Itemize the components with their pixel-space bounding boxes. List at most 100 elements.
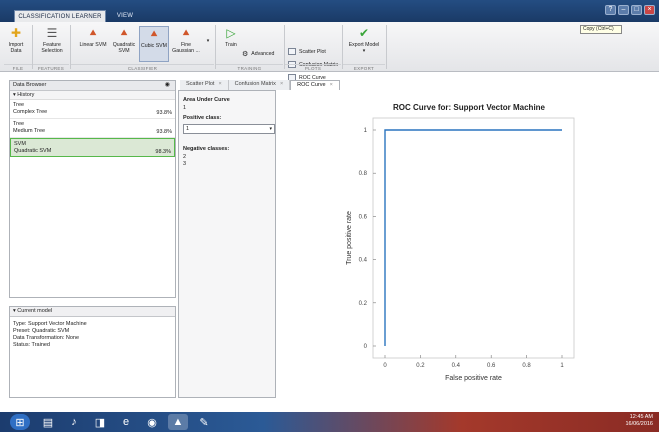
plot-tabs: Scatter Plot × Confusion Matrix × ROC Curv… bbox=[180, 80, 650, 90]
current-model-preset: Preset: Quadratic SVM bbox=[13, 328, 70, 334]
positive-class-select[interactable]: 1 ▾ bbox=[183, 124, 275, 134]
office-icon[interactable]: ◨ bbox=[90, 414, 110, 430]
linear-svm-button[interactable]: ⯅ Linear SVM bbox=[76, 26, 110, 48]
tab-label: ROC Curve bbox=[297, 82, 326, 88]
x-axis-label: False positive rate bbox=[445, 375, 502, 382]
model-accuracy: 93.8% bbox=[156, 110, 172, 116]
paint-icon[interactable]: ✎ bbox=[194, 414, 214, 430]
fine-gaussian-button[interactable]: ⯅ Fine Gaussian ... bbox=[170, 26, 202, 54]
svm-icon: ⯅ bbox=[181, 26, 191, 40]
feature-list-icon: ☰ bbox=[46, 26, 58, 40]
history-model-row[interactable]: Tree Complex Tree 93.8% bbox=[10, 100, 175, 119]
history-model-row[interactable]: Tree Medium Tree 93.8% bbox=[10, 119, 175, 138]
classifier-gallery-expand[interactable]: ▾ bbox=[204, 38, 212, 44]
collapse-triangle-icon: ▾ bbox=[13, 92, 16, 98]
matlab-icon[interactable]: ▲ bbox=[168, 414, 188, 430]
current-model-header[interactable]: ▾ Current model bbox=[10, 307, 175, 317]
chart-title: ROC Curve for: Support Vector Machine bbox=[393, 103, 546, 112]
x-tick-label: 0.8 bbox=[522, 363, 531, 369]
import-data-button[interactable]: ✚ Import Data bbox=[4, 26, 28, 54]
tab-confusion-matrix[interactable]: Confusion Matrix × bbox=[228, 80, 291, 90]
model-name: Complex Tree bbox=[13, 109, 48, 115]
history-model-row-selected[interactable]: SVM Quadratic SVM 98.3% bbox=[10, 138, 175, 157]
linear-svm-label: Linear SVM bbox=[79, 42, 107, 48]
model-accuracy: 98.3% bbox=[155, 149, 171, 155]
negative-class-item: 3 bbox=[183, 161, 187, 167]
panel-menu-icon[interactable]: ◉ bbox=[165, 81, 170, 90]
scatter-plot-icon bbox=[288, 48, 296, 55]
y-tick-label: 0.4 bbox=[359, 258, 368, 264]
roc-options-panel: Area Under Curve 1 Positive class: 1 ▾ N… bbox=[178, 90, 276, 398]
tab-label: Confusion Matrix bbox=[234, 81, 276, 87]
auc-value: 1 bbox=[183, 105, 187, 111]
clock-time: 12:45 AM bbox=[629, 414, 653, 420]
model-name: Quadratic SVM bbox=[14, 148, 52, 154]
x-tick-label: 0 bbox=[383, 363, 387, 369]
feature-selection-label: Feature Selection bbox=[41, 42, 63, 54]
chevron-down-icon: ▾ bbox=[269, 126, 272, 132]
scatter-plot-button[interactable]: Scatter Plot bbox=[288, 48, 326, 55]
chevron-down-icon: ▾ bbox=[206, 38, 210, 44]
close-icon[interactable]: × bbox=[218, 81, 221, 87]
data-browser-header: Data Browser ◉ bbox=[10, 81, 175, 91]
group-label-export: EXPORT bbox=[343, 64, 385, 71]
negative-class-item: 2 bbox=[183, 154, 187, 160]
system-clock[interactable]: 12:45 AM 16/06/2016 bbox=[625, 414, 653, 428]
ribbon-toolbar: ✚ Import Data ☰ Feature Selection ⯅ Line… bbox=[0, 22, 659, 81]
fine-gaussian-label: Fine Gaussian ... bbox=[172, 42, 200, 54]
media-icon[interactable]: ♪ bbox=[64, 414, 84, 430]
tab-scatter-plot[interactable]: Scatter Plot × bbox=[180, 80, 229, 90]
negative-classes-label: Negative classes: bbox=[183, 146, 230, 152]
app-titlebar: CLASSIFICATION LEARNER VIEW ? – □ × bbox=[0, 0, 659, 22]
current-model-panel: ▾ Current model Type: Support Vector Mac… bbox=[9, 306, 176, 398]
model-type: SVM bbox=[14, 141, 26, 147]
x-tick-label: 0.6 bbox=[487, 363, 496, 369]
tab-view[interactable]: VIEW bbox=[108, 10, 142, 22]
collapse-triangle-icon: ▾ bbox=[13, 308, 16, 314]
close-icon[interactable]: × bbox=[280, 81, 283, 87]
y-tick-label: 0.8 bbox=[359, 171, 368, 177]
close-icon[interactable]: × bbox=[330, 82, 333, 88]
model-type: Tree bbox=[13, 102, 25, 108]
clock-date: 16/06/2016 bbox=[625, 421, 653, 427]
start-button[interactable]: ⊞ bbox=[10, 414, 30, 430]
current-model-status: Status: Trained bbox=[13, 342, 50, 348]
x-tick-label: 0.4 bbox=[452, 363, 461, 369]
cubic-svm-label: Cubic SVM bbox=[141, 43, 167, 49]
chrome-icon[interactable]: ◉ bbox=[142, 414, 162, 430]
train-label: Train bbox=[225, 42, 237, 48]
x-tick-label: 1 bbox=[560, 363, 564, 369]
tab-classification-learner[interactable]: CLASSIFICATION LEARNER bbox=[14, 10, 106, 22]
positive-class-value: 1 bbox=[186, 126, 190, 132]
feature-selection-button[interactable]: ☰ Feature Selection bbox=[37, 26, 67, 54]
scatter-plot-label: Scatter Plot bbox=[299, 48, 326, 55]
tab-roc-curve[interactable]: ROC Curve × bbox=[290, 80, 340, 90]
auc-label: Area Under Curve bbox=[183, 97, 230, 103]
history-section-header[interactable]: ▾ History bbox=[10, 91, 175, 100]
train-button[interactable]: ▷ Train bbox=[222, 26, 240, 48]
cubic-svm-button[interactable]: ⯅ Cubic SVM bbox=[139, 26, 169, 62]
export-model-button[interactable]: ✔ Export Model ▾ bbox=[346, 26, 382, 54]
gear-icon: ⚙ bbox=[242, 51, 249, 58]
group-label-features: FEATURES bbox=[33, 64, 69, 71]
group-label-file: FILE bbox=[4, 64, 32, 71]
maximize-icon[interactable]: □ bbox=[631, 5, 642, 15]
model-name: Medium Tree bbox=[13, 128, 46, 134]
help-icon[interactable]: ? bbox=[605, 5, 616, 15]
tab-label: Scatter Plot bbox=[186, 81, 215, 87]
history-title: History bbox=[17, 92, 35, 98]
minimize-icon[interactable]: – bbox=[618, 5, 629, 15]
group-label-plots: PLOTS bbox=[285, 64, 341, 71]
internet-explorer-icon[interactable]: e bbox=[116, 414, 136, 430]
close-icon[interactable]: × bbox=[644, 5, 655, 15]
y-axis-label: True positive rate bbox=[346, 211, 353, 265]
chevron-down-icon: ▾ bbox=[362, 48, 366, 54]
advanced-button[interactable]: ⚙ Advanced bbox=[242, 50, 274, 58]
svm-icon: ⯅ bbox=[119, 26, 129, 40]
copy-tooltip: Copy (Ctrl+C) bbox=[580, 25, 622, 34]
group-label-classifier: CLASSIFIER bbox=[71, 64, 214, 71]
y-tick-label: 0.6 bbox=[359, 214, 368, 220]
file-explorer-icon[interactable]: ▤ bbox=[38, 414, 58, 430]
quadratic-svm-button[interactable]: ⯅ Quadratic SVM bbox=[110, 26, 138, 54]
roc-plot-area: ROC Curve for: Support Vector Machine 0 0… bbox=[278, 90, 659, 398]
